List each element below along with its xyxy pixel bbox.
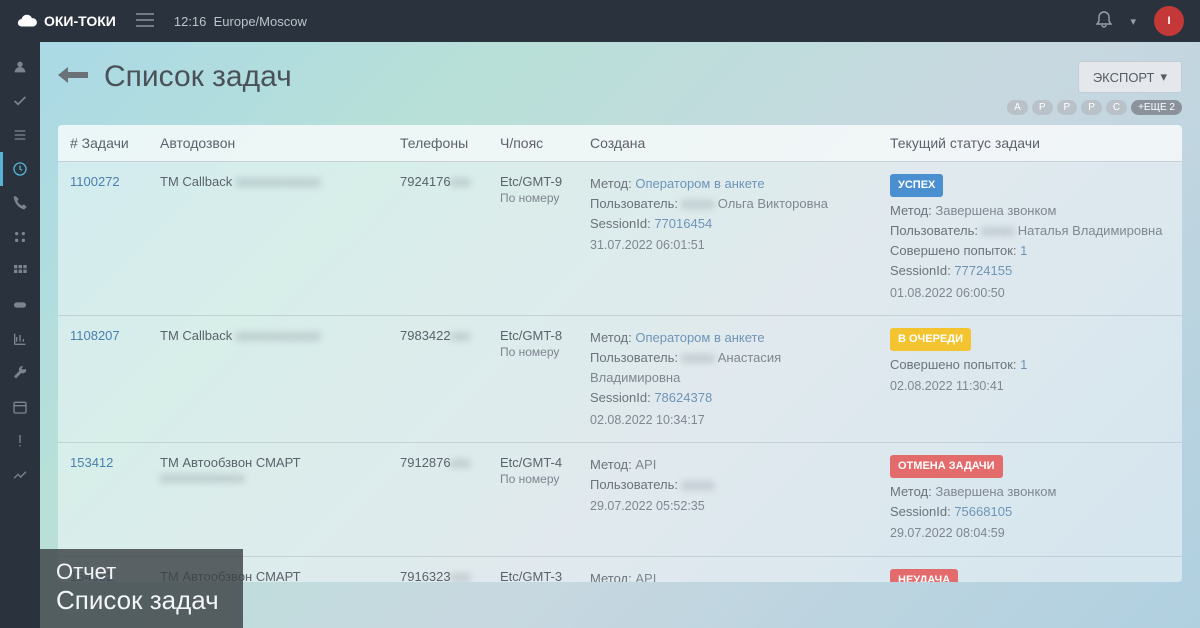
table-row: 1108207 TM Callback xxxxxxxxxxxxx 7983422x…	[58, 316, 1182, 443]
phone-number: 7912876	[400, 455, 451, 470]
th-phone[interactable]: Телефоны	[388, 125, 488, 161]
redacted-text: xxxxxxxxxxxxx	[236, 328, 321, 343]
status-badge: УСПЕХ	[890, 174, 943, 197]
filter-chip[interactable]: P	[1081, 100, 1102, 115]
brand-text: ОКИ-ТОКИ	[44, 13, 116, 29]
table-header: # Задачи Автодозвон Телефоны Ч/пояс Созд…	[58, 125, 1182, 162]
sidebar-item-history[interactable]	[0, 152, 40, 186]
clock-time: 12:16 Europe/Moscow	[174, 14, 307, 29]
redacted-text: xxx	[451, 455, 471, 470]
back-icon[interactable]	[58, 63, 88, 92]
table-row: 1100272 TM Callback xxxxxxxxxxxxx 7924176x…	[58, 162, 1182, 316]
task-id-link[interactable]: 1100272	[70, 174, 120, 189]
th-created[interactable]: Создана	[578, 125, 878, 161]
created-block: Метод: APIПользователь: xxxxx 29.07.2022…	[590, 569, 866, 582]
filter-chip[interactable]: P	[1057, 100, 1078, 115]
timezone: Etc/GMT-3	[500, 569, 566, 582]
th-status[interactable]: Текущий статус задачи	[878, 125, 1182, 161]
created-block: Метод: APIПользователь: xxxxx 29.07.2022…	[590, 455, 866, 517]
page-title: Список задач	[104, 60, 292, 94]
timezone: Etc/GMT-8	[500, 328, 566, 343]
caption-line1: Отчет	[56, 559, 219, 585]
brand-logo[interactable]: ОКИ-ТОКИ	[16, 10, 116, 32]
topbar: ОКИ-ТОКИ 12:16 Europe/Moscow ▾ I	[0, 0, 1200, 42]
caption-line2: Список задач	[56, 585, 219, 616]
sidebar-item-chart[interactable]	[0, 322, 40, 356]
phone-number: 7924176	[400, 174, 451, 189]
phone-number: 7916323	[400, 569, 451, 582]
sidebar-item-trend[interactable]	[0, 458, 40, 492]
avatar[interactable]: I	[1154, 6, 1184, 36]
export-button[interactable]: ЭКСПОРТ▾	[1078, 61, 1182, 93]
task-id-link[interactable]: 1108207	[70, 328, 120, 343]
th-autodial[interactable]: Автодозвон	[148, 125, 388, 161]
title-row: Список задач ЭКСПОРТ▾	[58, 60, 1182, 94]
phone-number: 7983422	[400, 328, 451, 343]
tz-note: По номеру	[500, 472, 566, 486]
timezone: Etc/GMT-4	[500, 455, 566, 470]
task-id-link[interactable]: 153412	[70, 455, 113, 470]
status-block: В ОЧЕРЕДИСовершено попыток: 102.08.2022 …	[890, 328, 1170, 397]
dial-name: TM Callback	[160, 328, 232, 343]
topbar-left: ОКИ-ТОКИ 12:16 Europe/Moscow	[16, 10, 307, 32]
status-badge: НЕУДАЧА	[890, 569, 958, 582]
filter-chips: APPPC+ЕЩЕ 2	[58, 100, 1182, 115]
sidebar-item-phone[interactable]	[0, 186, 40, 220]
status-block: УСПЕХМетод: Завершена звонкомПользовател…	[890, 174, 1170, 303]
tasks-table: # Задачи Автодозвон Телефоны Ч/пояс Созд…	[58, 125, 1182, 582]
sidebar-item-calendar[interactable]	[0, 390, 40, 424]
tz-note: По номеру	[500, 191, 566, 205]
status-block: НЕУДАЧАМетод: Завершена звонкомСовершено…	[890, 569, 1170, 582]
main-content: Список задач ЭКСПОРТ▾ APPPC+ЕЩЕ 2 # Зада…	[40, 42, 1200, 628]
bell-icon[interactable]	[1096, 11, 1112, 32]
table-row: 153412 ТМ Автообзвон СМАРТ xxxxxxxxxxxxx 7…	[58, 443, 1182, 557]
redacted-text: xxxxxxxxxxxxx	[160, 470, 245, 485]
chevron-down-icon[interactable]: ▾	[1130, 15, 1136, 28]
sidebar-item-user[interactable]	[0, 50, 40, 84]
caption-overlay: Отчет Список задач	[40, 549, 243, 628]
redacted-text: xxx	[451, 328, 471, 343]
created-block: Метод: Оператором в анкетеПользователь: …	[590, 328, 866, 430]
filter-chip[interactable]: A	[1007, 100, 1028, 115]
sidebar-item-list[interactable]	[0, 118, 40, 152]
sidebar-item-grid[interactable]	[0, 254, 40, 288]
status-badge: ОТМЕНА ЗАДАЧИ	[890, 455, 1003, 478]
table-body: 1100272TM Callback xxxxxxxxxxxxx7924176x…	[58, 162, 1182, 582]
sidebar-item-toggle[interactable]	[0, 288, 40, 322]
topbar-right: ▾ I	[1096, 6, 1184, 36]
sidebar-item-check[interactable]	[0, 84, 40, 118]
status-block: ОТМЕНА ЗАДАЧИМетод: Завершена звонкомSes…	[890, 455, 1170, 544]
app-body: Список задач ЭКСПОРТ▾ APPPC+ЕЩЕ 2 # Зада…	[0, 42, 1200, 628]
dial-name: ТМ Автообзвон СМАРТ	[160, 455, 301, 470]
th-tz[interactable]: Ч/пояс	[488, 125, 578, 161]
redacted-text: xxx	[451, 174, 471, 189]
chevron-down-icon: ▾	[1160, 69, 1167, 85]
filter-chip[interactable]: +ЕЩЕ 2	[1131, 100, 1182, 115]
tz-note: По номеру	[500, 345, 566, 359]
redacted-text: xxxxxxxxxxxxx	[236, 174, 321, 189]
timezone: Etc/GMT-9	[500, 174, 566, 189]
th-id[interactable]: # Задачи	[58, 125, 148, 161]
sidebar-item-alert[interactable]	[0, 424, 40, 458]
redacted-text: xxx	[451, 569, 471, 582]
dial-name: TM Callback	[160, 174, 232, 189]
filter-chip[interactable]: P	[1032, 100, 1053, 115]
hamburger-icon[interactable]	[136, 13, 154, 30]
status-badge: В ОЧЕРЕДИ	[890, 328, 971, 351]
cloud-icon	[16, 10, 38, 32]
sidebar	[0, 42, 40, 628]
filter-chip[interactable]: C	[1106, 100, 1127, 115]
sidebar-item-wrench[interactable]	[0, 356, 40, 390]
sidebar-item-settings[interactable]	[0, 220, 40, 254]
created-block: Метод: Оператором в анкетеПользователь: …	[590, 174, 866, 256]
